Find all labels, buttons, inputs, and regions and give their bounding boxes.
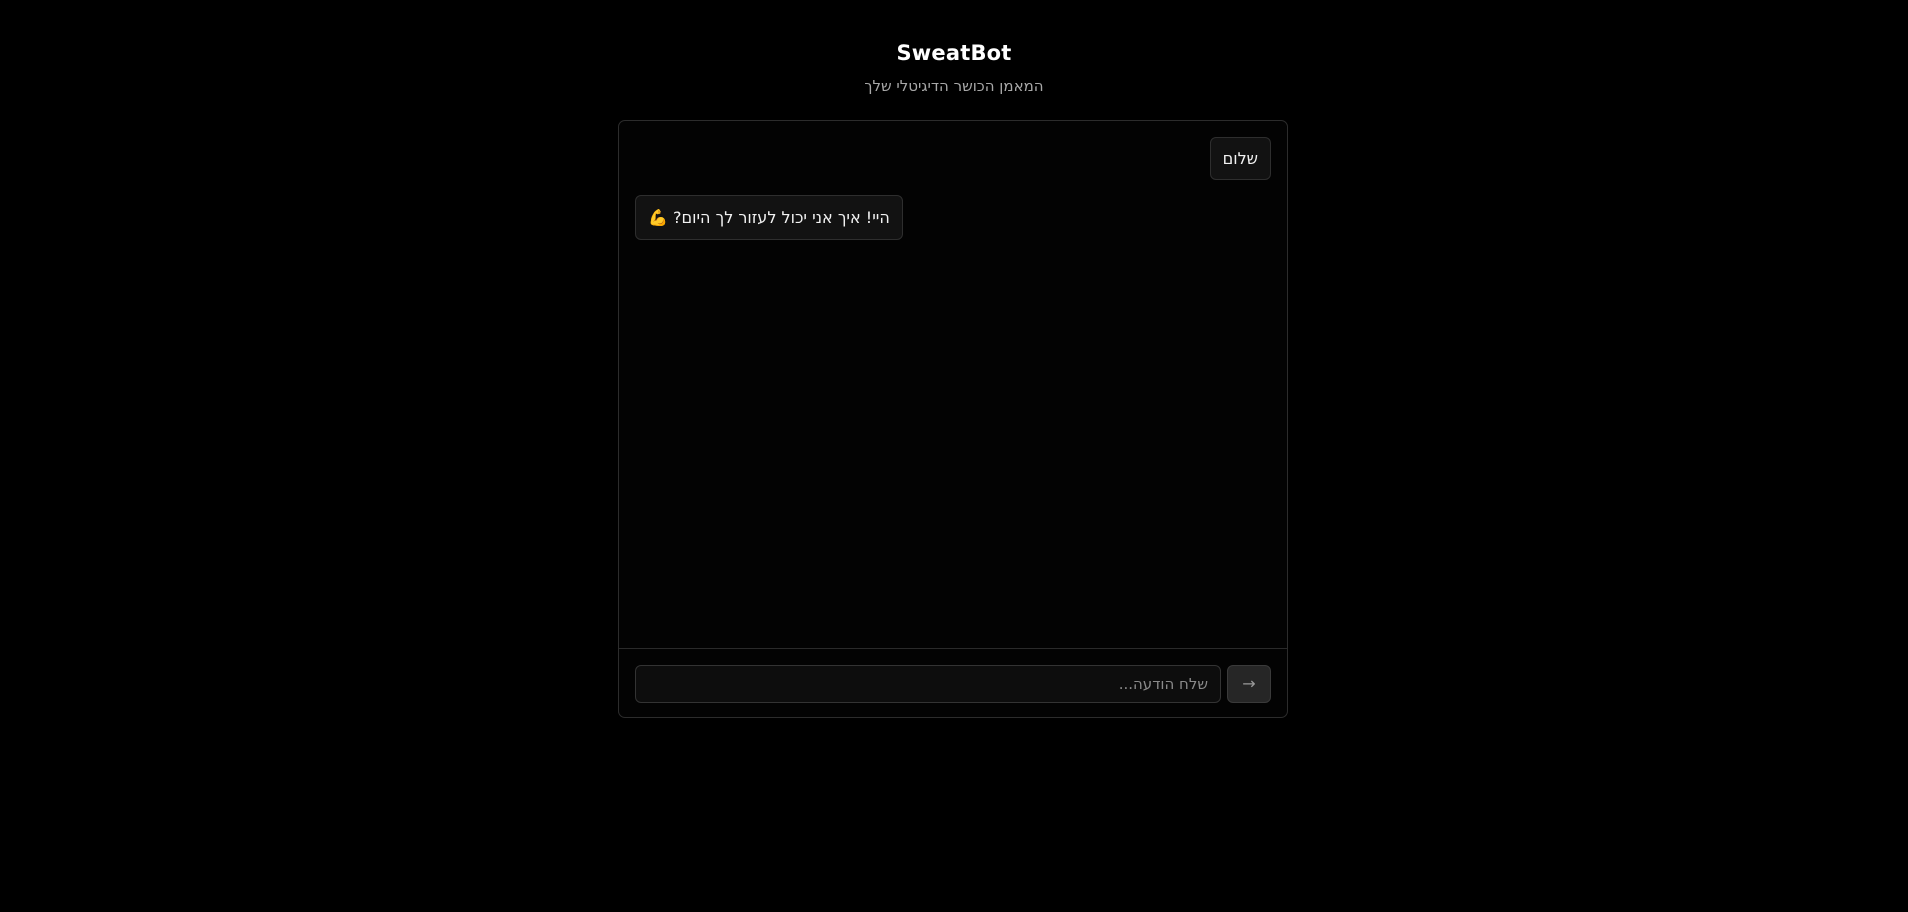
bot-message-bubble: היי! איך אני יכול לעזור לך היום? 💪 [635, 195, 903, 240]
message-input[interactable] [635, 665, 1221, 703]
message-composer: → [635, 665, 1271, 703]
app-subtitle: המאמן הכושר הדיגיטלי שלך [864, 77, 1044, 95]
user-message-bubble: שלום [1209, 137, 1271, 180]
message-list: שלום היי! איך אני יכול לעזור לך היום? 💪 [619, 121, 1287, 648]
chat-panel: שלום היי! איך אני יכול לעזור לך היום? 💪 … [618, 120, 1288, 718]
composer-divider [619, 648, 1287, 649]
send-button[interactable]: → [1227, 665, 1271, 703]
app-title: SweatBot [896, 41, 1012, 65]
arrow-right-icon: → [1242, 674, 1256, 693]
